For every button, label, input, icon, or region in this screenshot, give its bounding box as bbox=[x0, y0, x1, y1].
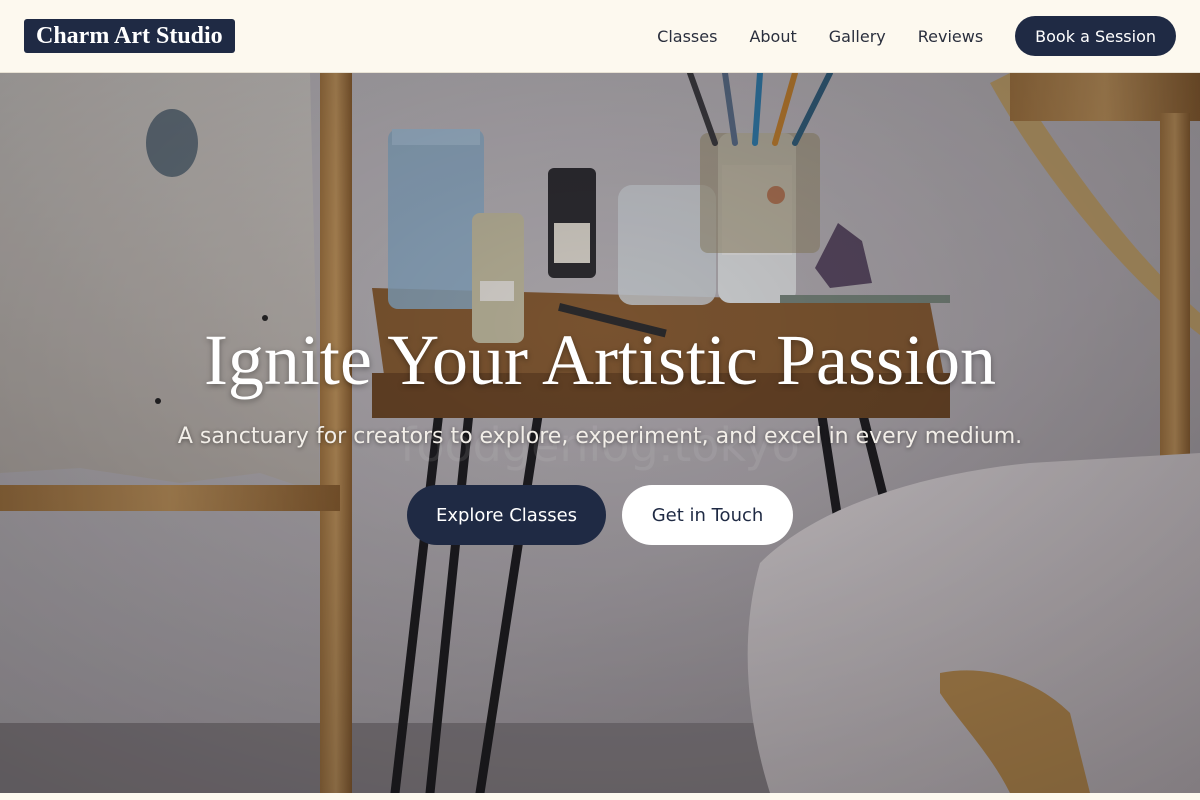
hero-content: Ignite Your Artistic Passion A sanctuary… bbox=[0, 318, 1200, 545]
main-nav: Classes About Gallery Reviews bbox=[657, 27, 983, 46]
nav-item-classes[interactable]: Classes bbox=[657, 27, 717, 46]
book-session-button[interactable]: Book a Session bbox=[1015, 16, 1176, 56]
nav-item-about[interactable]: About bbox=[749, 27, 796, 46]
hero-subtitle: A sanctuary for creators to explore, exp… bbox=[177, 424, 1023, 449]
brand-logo[interactable]: Charm Art Studio bbox=[24, 19, 235, 53]
nav-item-gallery[interactable]: Gallery bbox=[829, 27, 886, 46]
get-in-touch-button[interactable]: Get in Touch bbox=[622, 485, 793, 545]
hero-section: foodgenlog.tokyo Ignite Your Artistic Pa… bbox=[0, 73, 1200, 793]
nav-item-reviews[interactable]: Reviews bbox=[918, 27, 983, 46]
hero-cta-row: Explore Classes Get in Touch bbox=[0, 485, 1200, 545]
page-bottom-edge bbox=[0, 793, 1200, 800]
explore-classes-button[interactable]: Explore Classes bbox=[407, 485, 606, 545]
site-header: Charm Art Studio Classes About Gallery R… bbox=[0, 0, 1200, 73]
hero-title: Ignite Your Artistic Passion bbox=[203, 320, 997, 400]
